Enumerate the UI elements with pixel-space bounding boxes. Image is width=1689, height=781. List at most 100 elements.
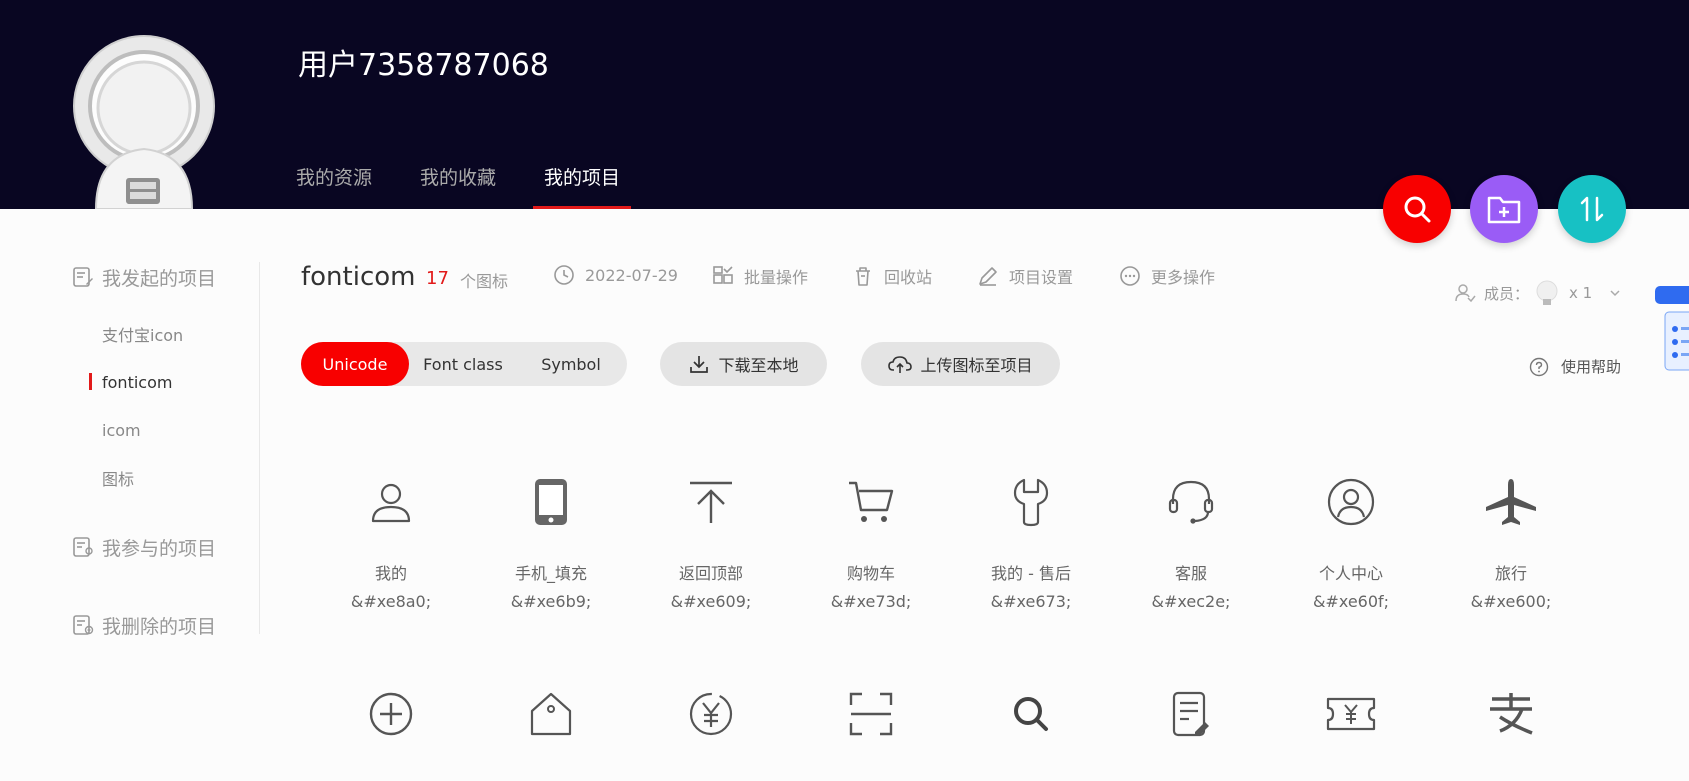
- recycle-bin-label: 回收站: [884, 268, 933, 287]
- icon-card[interactable]: [631, 682, 791, 746]
- project-date: 2022-07-29: [553, 264, 678, 286]
- plus-circle-icon: [369, 692, 413, 736]
- member-avatar: [1536, 280, 1558, 305]
- document-edit-icon: [73, 267, 93, 287]
- document-user-icon: [73, 537, 93, 557]
- scan-icon: [849, 692, 893, 736]
- icon-card[interactable]: 手机_填充 &#xe6b9;: [471, 470, 631, 611]
- helper-widget[interactable]: [1655, 284, 1689, 374]
- deleted-projects-header[interactable]: 我删除的项目: [72, 610, 259, 640]
- cart-icon: [849, 481, 894, 522]
- joined-projects-header[interactable]: 我参与的项目: [72, 532, 259, 562]
- joined-projects-title: 我参与的项目: [102, 537, 217, 560]
- alipay-icon: [1490, 693, 1533, 735]
- tab-my-projects[interactable]: 我的项目: [533, 158, 632, 209]
- recycle-bin-button[interactable]: 回收站: [852, 264, 932, 288]
- batch-operation-label: 批量操作: [744, 268, 809, 287]
- started-projects-title: 我发起的项目: [102, 267, 217, 290]
- icon-card[interactable]: [791, 682, 951, 746]
- plane-icon: [1486, 479, 1536, 525]
- project-settings-button[interactable]: 项目设置: [977, 264, 1073, 288]
- members-dropdown[interactable]: 成员： x 1: [1454, 279, 1622, 307]
- icon-card[interactable]: 我的 - 售后 &#xe673;: [951, 470, 1111, 611]
- project-name: fonticom: [301, 262, 416, 292]
- more-icon: [1120, 266, 1140, 286]
- tab-my-favorites[interactable]: 我的收藏: [420, 158, 496, 209]
- mode-symbol[interactable]: Symbol: [517, 342, 625, 386]
- profile-header: 用户7358787068 我的资源 我的收藏 我的项目: [0, 0, 1689, 209]
- sidebar-item-alipay[interactable]: 支付宝icon: [72, 310, 259, 358]
- download-label: 下载至本地: [718, 356, 799, 375]
- icon-card[interactable]: [1431, 682, 1591, 746]
- back-to-top-icon: [690, 481, 732, 523]
- batch-icon: [713, 266, 733, 284]
- search-icon: [1404, 196, 1431, 223]
- more-actions-label: 更多操作: [1151, 268, 1216, 287]
- yuan-circle-icon: [689, 692, 733, 736]
- help-link[interactable]: 使用帮助: [1529, 356, 1621, 377]
- icon-card[interactable]: [951, 682, 1111, 746]
- help-label: 使用帮助: [1561, 358, 1622, 376]
- folder-plus-icon: [1487, 196, 1521, 224]
- icon-card[interactable]: 返回顶部 &#xe609;: [631, 470, 791, 611]
- user-circle-icon: [1327, 478, 1375, 526]
- icon-code: &#xe60f;: [1312, 592, 1390, 611]
- sort-button[interactable]: [1558, 175, 1626, 243]
- icon-code: &#xe600;: [1470, 592, 1552, 611]
- icon-card[interactable]: 个人中心 &#xe60f;: [1271, 470, 1431, 611]
- search-button[interactable]: [1383, 175, 1451, 243]
- started-projects-header[interactable]: 我发起的项目: [72, 262, 259, 292]
- sidebar-item-icom[interactable]: icom: [72, 406, 259, 454]
- icon-card[interactable]: [1271, 682, 1431, 746]
- members-label: 成员：: [1484, 284, 1530, 303]
- user-icon: [371, 483, 411, 523]
- icon-name: 手机_填充: [514, 564, 587, 583]
- question-icon: [1529, 357, 1549, 376]
- members-count: x 1: [1569, 284, 1593, 302]
- icon-name: 返回顶部: [678, 564, 743, 583]
- icon-card[interactable]: 旅行 &#xe600;: [1431, 470, 1591, 611]
- icon-card[interactable]: [1111, 682, 1271, 746]
- download-button[interactable]: 下载至本地: [660, 342, 827, 386]
- wrench-icon: [1013, 478, 1049, 527]
- batch-operation-button[interactable]: 批量操作: [712, 264, 808, 288]
- mode-unicode[interactable]: Unicode: [301, 342, 409, 386]
- yuan-ticket-icon: [1326, 697, 1376, 731]
- phone-icon: [535, 479, 567, 525]
- icon-count-label: 个图标: [460, 272, 509, 291]
- document-delete-icon: [73, 615, 94, 635]
- mode-font-class[interactable]: Font class: [409, 342, 517, 386]
- tab-my-resources[interactable]: 我的资源: [296, 158, 372, 209]
- clock-icon: [554, 265, 574, 285]
- icon-code: &#xe673;: [990, 592, 1072, 611]
- icon-card[interactable]: 客服 &#xec2e;: [1111, 470, 1271, 611]
- icon-card[interactable]: [311, 682, 471, 746]
- icon-card[interactable]: 购物车 &#xe73d;: [791, 470, 951, 611]
- icon-code: &#xe6b9;: [510, 592, 592, 611]
- icon-card[interactable]: 我的 &#xe8a0;: [311, 470, 471, 611]
- icon-code: &#xec2e;: [1151, 592, 1231, 611]
- members-icon: [1455, 284, 1476, 303]
- code-mode-switch: Unicode Font class Symbol: [301, 342, 627, 386]
- sidebar-item-tubiao[interactable]: 图标: [72, 454, 259, 502]
- username: 用户7358787068: [298, 48, 549, 83]
- chevron-down-icon: [1610, 290, 1620, 297]
- new-project-button[interactable]: [1470, 175, 1538, 243]
- sidebar-item-fonticom[interactable]: fonticom: [72, 358, 259, 406]
- download-icon: [690, 356, 709, 373]
- astronaut-avatar: [73, 35, 215, 209]
- trash-icon: [856, 267, 870, 286]
- project-settings-label: 项目设置: [1009, 268, 1074, 287]
- document-edit-icon: [1172, 691, 1209, 737]
- icon-name: 旅行: [1494, 564, 1527, 583]
- upload-button[interactable]: 上传图标至项目: [861, 342, 1060, 386]
- house-tag-icon: [530, 692, 572, 736]
- headset-icon: [1168, 480, 1214, 524]
- project-date-text: 2022-07-29: [585, 265, 678, 285]
- upload-label: 上传图标至项目: [920, 356, 1033, 375]
- icon-count: 17: [426, 268, 449, 289]
- icon-card[interactable]: [471, 682, 631, 746]
- sort-icon: [1580, 196, 1604, 222]
- icon-name: 个人中心: [1318, 564, 1383, 583]
- more-actions-button[interactable]: 更多操作: [1119, 264, 1215, 288]
